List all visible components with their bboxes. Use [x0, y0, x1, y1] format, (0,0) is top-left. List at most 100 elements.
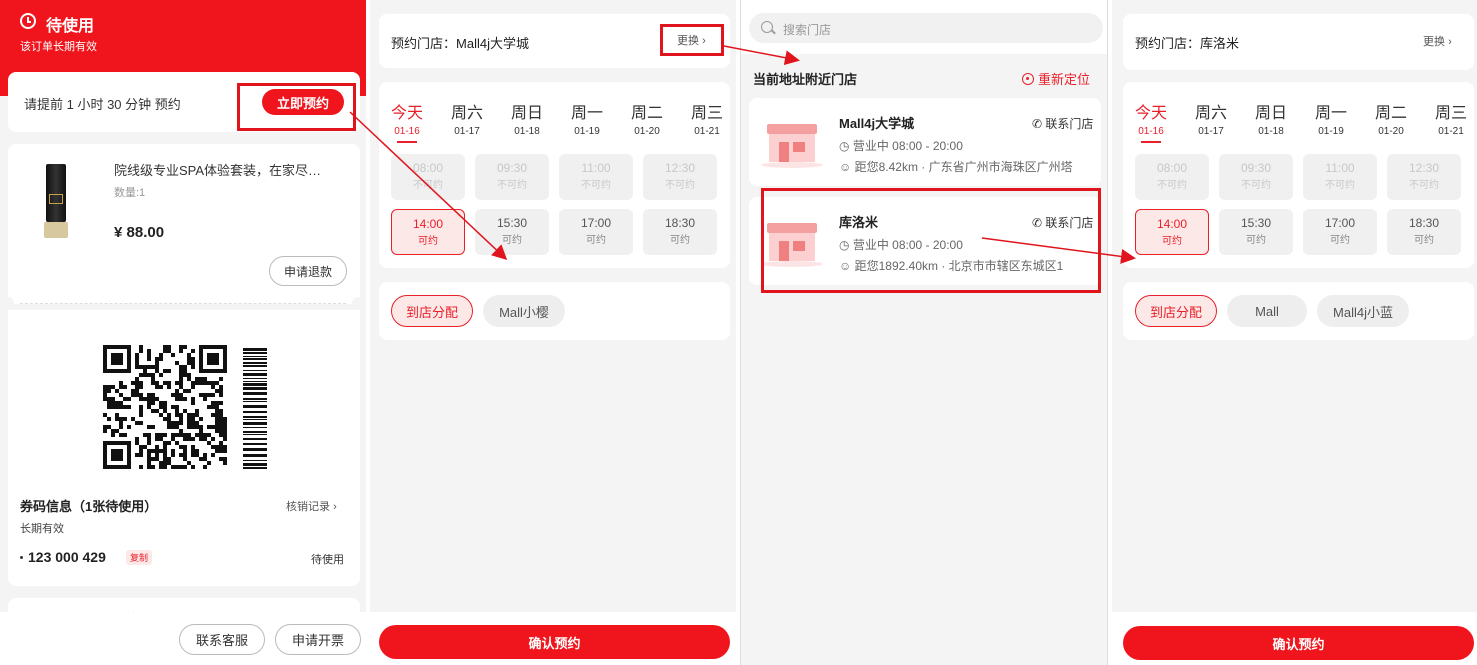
locate-icon — [1022, 73, 1034, 85]
apply-invoice-button[interactable]: 申请开票 — [275, 624, 361, 655]
day-name: 周六 — [1194, 105, 1227, 122]
day-tab[interactable]: 周一 01-19 — [1301, 99, 1361, 143]
time-slot: 08:00 不可约 — [391, 154, 465, 200]
day-tab[interactable]: 周二 01-20 — [1361, 99, 1421, 143]
bullet-icon — [20, 556, 23, 559]
contact-service-button[interactable]: 联系客服 — [179, 624, 265, 655]
time-slot[interactable]: 17:00 可约 — [1303, 209, 1377, 255]
search-input[interactable]: 搜索门店 — [749, 13, 1103, 43]
day-tabs: 今天 01-16 周六 01-17 周日 01-18 周一 01-19 周二 01-20 周三 01-… — [377, 99, 736, 143]
change-store-button[interactable]: 更换 › — [1423, 33, 1452, 49]
staff-card: 到店分配 Mall Mall4j小蓝 — [1123, 282, 1474, 340]
active-underline — [397, 141, 417, 143]
day-tab[interactable]: 周六 01-17 — [437, 99, 497, 143]
chevron-right-icon: › — [1448, 36, 1452, 48]
search-placeholder: 搜索门店 — [783, 23, 832, 37]
day-date: 01-16 — [1138, 126, 1164, 137]
time-slot[interactable]: 18:30 可约 — [643, 209, 717, 255]
staff-chip[interactable]: Mall4j小蓝 — [1317, 295, 1409, 327]
slot-state: 可约 — [1246, 235, 1266, 246]
day-tab[interactable]: 今天 01-16 — [1121, 99, 1181, 143]
relocate-label: 重新定位 — [1038, 72, 1091, 87]
booking-screen-2: 预约门店：库洛米 更换 › 今天 01-16 周六 01-17 周日 01-18 周一 01-… — [1112, 0, 1477, 665]
day-name: 周二 — [1374, 105, 1407, 122]
day-date: 01-17 — [454, 126, 480, 137]
time-slot[interactable]: 15:30 可约 — [475, 209, 549, 255]
slot-time: 11:00 — [1325, 161, 1355, 175]
coupon-card: 券码信息（1张待使用） 核销记录 › 长期有效 123 000 429 复制 待… — [8, 310, 360, 586]
product-name[interactable]: 院线级专业SPA体验套装，在家尽… — [114, 160, 321, 179]
day-name: 周六 — [450, 105, 483, 122]
slot-time: 17:00 — [580, 216, 612, 230]
time-slot: 11:00 不可约 — [559, 154, 633, 200]
time-slot[interactable]: 18:30 可约 — [1387, 209, 1461, 255]
store-label-prefix: 预约门店： — [1135, 36, 1201, 51]
staff-chip[interactable]: 到店分配 — [391, 295, 473, 327]
time-slot[interactable]: 15:30 可约 — [1219, 209, 1293, 255]
highlight-change-store — [660, 24, 724, 56]
confirm-booking-button[interactable]: 确认预约 — [1123, 626, 1474, 660]
clock-icon — [20, 13, 36, 29]
refund-button[interactable]: 申请退款 — [269, 256, 347, 286]
day-tab[interactable]: 周日 01-18 — [497, 99, 557, 143]
nearby-title: 当前地址附近门店 — [753, 72, 858, 87]
time-slot[interactable]: 14:00 可约 — [1135, 209, 1209, 255]
slot-state: 可约 — [670, 235, 690, 246]
slot-time: 18:30 — [664, 216, 696, 230]
slot-time: 15:30 — [496, 216, 528, 230]
store-name: Mall4j大学城 — [839, 116, 915, 131]
day-tab[interactable]: 周三 01-21 — [677, 99, 736, 143]
day-name: 周一 — [570, 105, 603, 122]
day-tab[interactable]: 周三 01-21 — [1421, 99, 1477, 143]
store-distance: ☺ 距您8.42km · 广东省广州市海珠区广州塔 — [839, 160, 1073, 174]
slot-state: 可约 — [586, 235, 606, 246]
confirm-booking-button[interactable]: 确认预约 — [379, 625, 730, 659]
phone-icon: ✆ — [1032, 117, 1043, 131]
staff-card: 到店分配 Mall小樱 — [379, 282, 730, 340]
slot-time: 18:30 — [1408, 216, 1440, 230]
day-tab[interactable]: 今天 01-16 — [377, 99, 437, 143]
highlight-book-now — [237, 83, 356, 131]
verify-record-label: 核销记录 — [286, 501, 330, 513]
verify-record-link[interactable]: 核销记录 › — [286, 498, 337, 514]
booking-screen-1: 预约门店：Mall4j大学城 更换 › 今天 01-16 周六 01-17 周日 01-1… — [370, 0, 736, 665]
slot-state: 可约 — [1330, 235, 1350, 246]
contact-store-button[interactable]: ✆ 联系门店 — [1032, 115, 1093, 132]
status-subtitle: 该订单长期有效 — [20, 41, 97, 53]
day-tab[interactable]: 周日 01-18 — [1241, 99, 1301, 143]
staff-chip[interactable]: Mall小樱 — [483, 295, 565, 327]
staff-chip[interactable]: 到店分配 — [1135, 295, 1217, 327]
day-tab[interactable]: 周六 01-17 — [1181, 99, 1241, 143]
slot-time: 08:00 — [1156, 161, 1188, 175]
slot-time: 17:00 — [1324, 216, 1356, 230]
time-slot[interactable]: 17:00 可约 — [559, 209, 633, 255]
time-slot: 08:00 不可约 — [1135, 154, 1209, 200]
time-slot[interactable]: 14:00 可约 — [391, 209, 465, 255]
notch-left — [2, 297, 14, 309]
slot-time: 11:00 — [581, 161, 611, 175]
day-tab[interactable]: 周二 01-20 — [617, 99, 677, 143]
slot-time: 15:30 — [1240, 216, 1272, 230]
coupon-state: 待使用 — [311, 554, 344, 566]
day-date: 01-20 — [1378, 126, 1404, 137]
store-item-1[interactable]: Mall4j大学城 ✆ 联系门店 ◷ 营业中 08:00 - 20:00 ☺ 距… — [749, 98, 1101, 186]
coupon-code: 123 000 429 — [28, 549, 106, 565]
store-name: Mall4j大学城 — [456, 36, 529, 51]
order-detail-screen: 待使用 该订单长期有效 请提前 1 小时 30 分钟 预约 立即预约 院线级专业… — [0, 0, 366, 665]
slot-time: 12:30 — [664, 161, 696, 175]
day-name: 周日 — [510, 105, 543, 122]
day-tab[interactable]: 周一 01-19 — [557, 99, 617, 143]
day-name: 周三 — [690, 105, 723, 122]
barcode[interactable] — [243, 345, 267, 469]
qr-code[interactable] — [103, 345, 227, 469]
slot-state: 可约 — [502, 235, 522, 246]
staff-chip[interactable]: Mall — [1227, 295, 1307, 327]
day-date: 01-21 — [694, 126, 720, 137]
slot-time: 08:00 — [412, 161, 444, 175]
copy-button[interactable]: 复制 — [126, 550, 153, 565]
slot-state: 不可约 — [413, 180, 443, 191]
slot-state: 不可约 — [497, 180, 527, 191]
relocate-button[interactable]: 重新定位 — [1022, 69, 1090, 88]
slot-state: 不可约 — [1325, 180, 1355, 191]
time-slot: 09:30 不可约 — [1219, 154, 1293, 200]
